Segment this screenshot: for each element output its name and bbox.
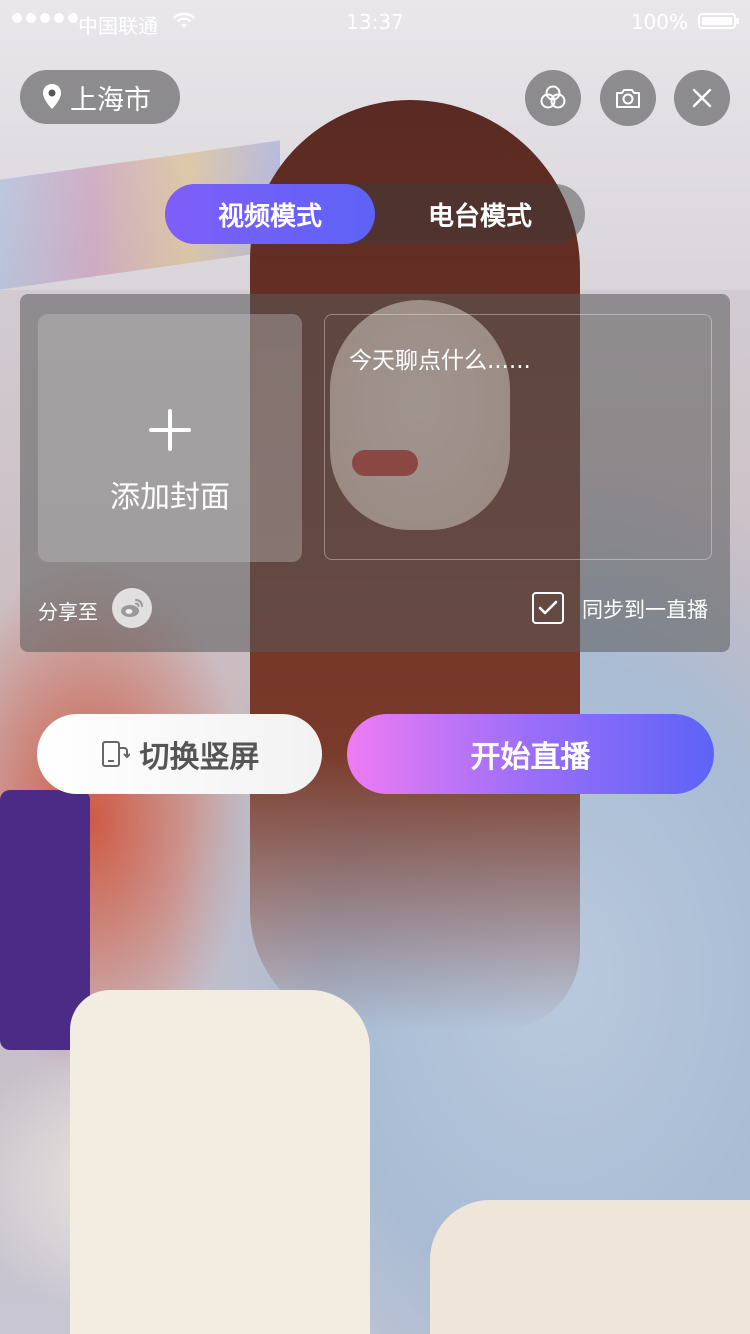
location-button[interactable]: 上海市 <box>20 70 180 124</box>
location-label: 上海市 <box>70 84 151 116</box>
filter-button[interactable] <box>525 70 581 126</box>
camera-switch-icon <box>616 89 640 108</box>
sync-checkbox[interactable] <box>532 592 564 624</box>
topic-input[interactable]: 今天聊点什么...... <box>324 314 712 560</box>
tab-video-mode[interactable]: 视频模式 <box>165 184 375 244</box>
share-label: 分享至 <box>38 600 98 624</box>
close-icon <box>692 88 712 108</box>
close-button[interactable] <box>674 70 730 126</box>
checkmark-icon <box>538 600 558 615</box>
background-blanket-right <box>430 1200 750 1334</box>
switch-orientation-button[interactable]: 切换竖屏 <box>37 714 322 794</box>
switch-orientation-label: 切换竖屏 <box>139 740 260 775</box>
start-live-button[interactable]: 开始直播 <box>347 714 714 794</box>
rotate-screen-icon <box>101 741 130 767</box>
battery-percent: 100% <box>630 10 688 34</box>
mode-tabs: 视频模式 电台模式 <box>165 184 585 244</box>
weibo-icon <box>121 599 143 617</box>
battery-icon <box>698 13 739 29</box>
share-weibo-button[interactable] <box>112 588 152 628</box>
filter-icon <box>540 85 566 109</box>
plus-icon <box>149 409 191 451</box>
tab-radio-mode[interactable]: 电台模式 <box>375 184 585 244</box>
status-bar: 中国联通 13:37 100% <box>0 0 750 44</box>
sync-label[interactable]: 同步到一直播 <box>582 594 708 624</box>
camera-switch-button[interactable] <box>600 70 656 126</box>
start-live-label: 开始直播 <box>470 740 591 775</box>
topic-placeholder: 今天聊点什么...... <box>349 348 531 374</box>
add-cover-button[interactable]: 添加封面 <box>38 314 302 562</box>
location-pin-icon <box>43 84 61 109</box>
add-cover-label: 添加封面 <box>110 480 230 515</box>
live-setup-panel: 添加封面 今天聊点什么...... 分享至 同步到一直播 <box>20 294 730 652</box>
background-blanket <box>70 990 370 1334</box>
